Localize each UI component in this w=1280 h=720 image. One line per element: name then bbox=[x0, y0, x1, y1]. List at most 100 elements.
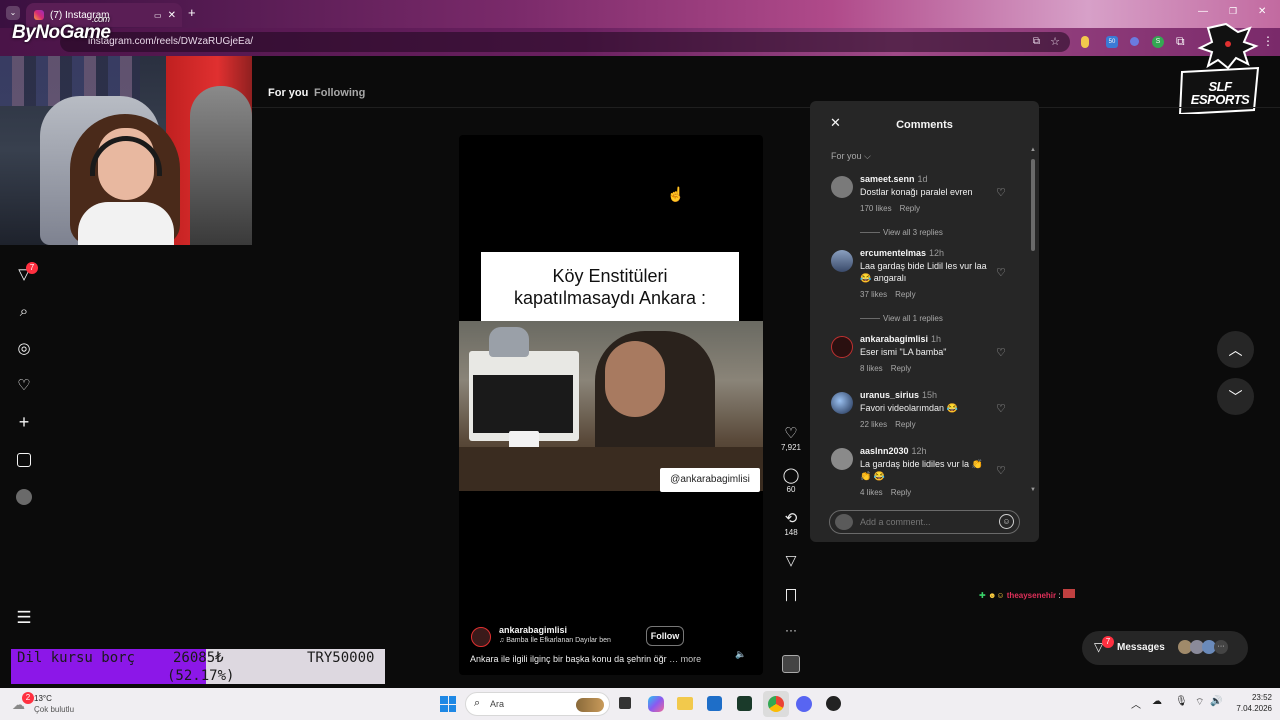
menu-kebab-icon[interactable]: ⋮ bbox=[1262, 34, 1274, 48]
task-view-icon[interactable] bbox=[619, 697, 631, 709]
address-bar[interactable]: instagram.com/reels/DWzaRUGjeEa/ ⧉ ☆ bbox=[60, 32, 1070, 52]
sidebar-item-search[interactable]: ⌕ bbox=[14, 301, 34, 321]
view-replies-link[interactable]: View all 3 replies bbox=[860, 228, 943, 237]
start-button[interactable] bbox=[440, 696, 456, 712]
tray-overflow-icon[interactable]: ︿ bbox=[1131, 696, 1141, 711]
comment-likes[interactable]: 8 likes bbox=[860, 364, 883, 373]
comment-username[interactable]: ankarabagimlisi 1h bbox=[860, 334, 995, 344]
sidebar-item-dashboard[interactable] bbox=[14, 450, 34, 470]
bookmark-icon bbox=[778, 585, 804, 605]
mute-button[interactable]: 🔈 bbox=[735, 649, 746, 660]
like-button[interactable]: ♡ 7,921 bbox=[778, 423, 804, 452]
minimize-button[interactable]: — bbox=[1198, 6, 1208, 17]
restore-button[interactable]: ❐ bbox=[1229, 6, 1237, 17]
app-icon-dark[interactable] bbox=[826, 696, 841, 711]
avatar[interactable] bbox=[831, 392, 853, 414]
comment-likes[interactable]: 22 likes bbox=[860, 420, 887, 429]
comment-like-heart-icon[interactable]: ♡ bbox=[996, 402, 1006, 415]
share-button[interactable]: ▽ bbox=[778, 550, 804, 570]
comments-scrollbar[interactable]: ▲ ▼ bbox=[1030, 147, 1036, 497]
donation-goal: TRY50000 bbox=[307, 650, 375, 666]
comment-like-heart-icon[interactable]: ♡ bbox=[996, 186, 1006, 199]
sidebar-item-more[interactable]: ☰ bbox=[14, 608, 34, 628]
reply-button[interactable]: Reply bbox=[900, 204, 920, 213]
avatar[interactable] bbox=[831, 250, 853, 272]
tab-list-button[interactable]: ⌄ bbox=[6, 6, 20, 20]
weather-widget[interactable]: ☁ 2 13°C Çok bulutlu bbox=[12, 692, 92, 717]
sidebar-item-create[interactable]: + bbox=[14, 412, 34, 432]
tab-following[interactable]: Following bbox=[314, 87, 365, 99]
volume-icon[interactable]: 🔊 bbox=[1210, 696, 1222, 707]
copilot-icon[interactable] bbox=[648, 696, 664, 712]
comment-likes[interactable]: 4 likes bbox=[860, 488, 883, 497]
comment-likes[interactable]: 170 likes bbox=[860, 204, 892, 213]
comment-like-heart-icon[interactable]: ♡ bbox=[996, 464, 1006, 477]
view-replies-link[interactable]: View all 1 replies bbox=[860, 314, 943, 323]
store-icon[interactable] bbox=[707, 696, 722, 711]
avatar[interactable] bbox=[831, 176, 853, 198]
comment-like-heart-icon[interactable]: ♡ bbox=[996, 346, 1006, 359]
discord-icon[interactable] bbox=[796, 696, 812, 712]
reply-button[interactable]: Reply bbox=[891, 364, 911, 373]
comment-username[interactable]: aaslnn2030 12h bbox=[860, 446, 995, 456]
comment-username[interactable]: sameet.senn 1d bbox=[860, 174, 995, 184]
extension-icon-1[interactable] bbox=[1081, 36, 1089, 48]
extension-icon-3[interactable] bbox=[1130, 37, 1139, 46]
previous-reel-button[interactable]: ︿ bbox=[1217, 331, 1254, 368]
network-icon[interactable]: ☁ bbox=[1152, 696, 1162, 707]
add-comment-box[interactable]: ☺ bbox=[829, 510, 1020, 534]
reply-button[interactable]: Reply bbox=[895, 420, 915, 429]
reply-button[interactable]: Reply bbox=[891, 488, 911, 497]
follow-button[interactable]: Follow bbox=[646, 626, 684, 646]
reel-author[interactable]: ankarabagimlisi bbox=[499, 625, 567, 635]
reel-video[interactable]: Köy Enstitüleri kapatılmasaydı Ankara : … bbox=[459, 135, 763, 675]
comment-username[interactable]: uranus_sirius 15h bbox=[860, 390, 995, 400]
avatar[interactable] bbox=[831, 336, 853, 358]
taskbar-search[interactable]: ⌕ Ara bbox=[465, 692, 610, 716]
reel-author-avatar[interactable] bbox=[471, 627, 491, 647]
more-link[interactable]: … more bbox=[669, 654, 701, 664]
app-icon-green[interactable] bbox=[737, 696, 752, 711]
close-window-button[interactable]: ✕ bbox=[1258, 6, 1266, 17]
reel-description: Ankara ile ilgili ilginç bir başka konu … bbox=[470, 654, 702, 664]
comments-filter-dropdown[interactable]: For you ⌵ bbox=[831, 151, 871, 162]
new-tab-button[interactable]: + bbox=[188, 5, 196, 20]
emoji-picker-icon[interactable]: ☺ bbox=[999, 514, 1014, 529]
add-comment-input[interactable] bbox=[860, 514, 990, 530]
tab-close-icon[interactable]: ✕ bbox=[168, 10, 176, 21]
chrome-icon[interactable] bbox=[763, 691, 789, 717]
audio-thumbnail[interactable] bbox=[778, 655, 804, 673]
repost-count: 148 bbox=[784, 528, 798, 537]
save-button[interactable] bbox=[778, 585, 804, 605]
reel-caption-line2: kapatılmasaydı Ankara : bbox=[513, 288, 707, 308]
extension-icon-4[interactable]: S bbox=[1152, 36, 1164, 48]
avatar[interactable] bbox=[831, 448, 853, 470]
sidebar-item-explore[interactable]: ◎ bbox=[14, 338, 34, 358]
comment-username[interactable]: ercumentelmas 12h bbox=[860, 248, 995, 258]
wifi-icon[interactable]: ⌔ bbox=[1195, 696, 1204, 709]
reel-audio[interactable]: ♫ Bamba İle Efkarlanan Dayılar ben bbox=[499, 637, 611, 644]
sidebar-item-notifications[interactable]: ▽ 7 bbox=[14, 262, 38, 284]
clock[interactable]: 23:52 7.04.2026 bbox=[1228, 693, 1272, 713]
comment-like-heart-icon[interactable]: ♡ bbox=[996, 266, 1006, 279]
search-highlight-image bbox=[576, 698, 604, 712]
bookmark-star-icon[interactable]: ☆ bbox=[1050, 32, 1060, 52]
repost-icon: ⟲ bbox=[784, 510, 798, 527]
reply-button[interactable]: Reply bbox=[895, 290, 915, 299]
microphone-icon[interactable]: 🎙 bbox=[1175, 696, 1188, 707]
file-explorer-icon[interactable] bbox=[677, 697, 693, 710]
extension-icon-2[interactable]: 50 bbox=[1106, 36, 1118, 48]
scrollbar-thumb[interactable] bbox=[1031, 159, 1035, 251]
repost-button[interactable]: ⟲ 148 bbox=[778, 508, 804, 537]
cast-icon[interactable]: ⧉ bbox=[1033, 32, 1040, 52]
next-reel-button[interactable]: ﹀ bbox=[1217, 378, 1254, 415]
more-options-button[interactable]: ··· bbox=[778, 620, 804, 640]
chevron-down-icon: ﹀ bbox=[1228, 388, 1243, 405]
sidebar-item-activity[interactable]: ♡ bbox=[14, 375, 34, 395]
comment-likes[interactable]: 37 likes bbox=[860, 290, 887, 299]
sidebar-item-profile[interactable] bbox=[14, 487, 34, 507]
messages-button[interactable]: ▽ 7 Messages ··· bbox=[1082, 631, 1248, 665]
comment-time: 12h bbox=[929, 248, 945, 258]
comment-button[interactable]: ◯ 60 bbox=[778, 465, 804, 494]
tab-for-you[interactable]: For you bbox=[268, 87, 308, 99]
